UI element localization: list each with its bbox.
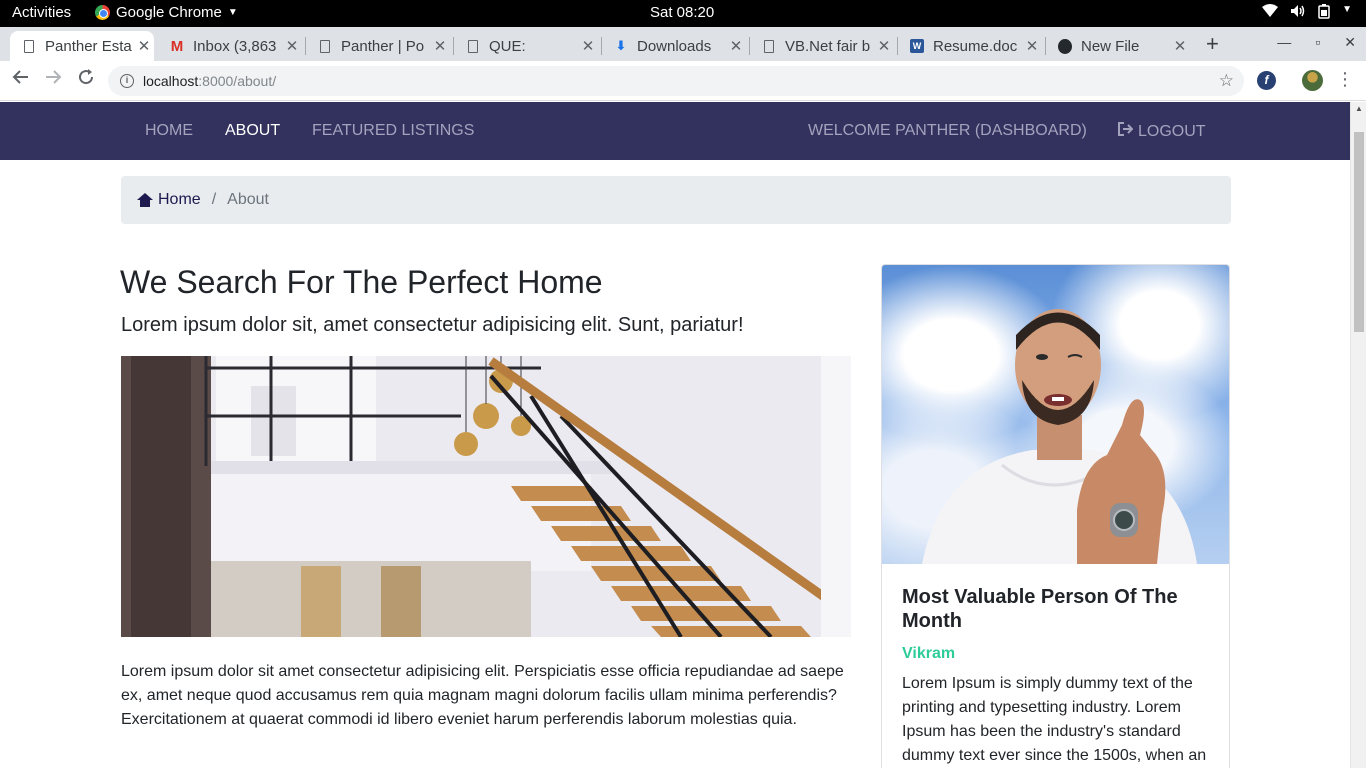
nav-featured-listings[interactable]: FEATURED LISTINGS — [312, 122, 474, 140]
reload-button[interactable] — [77, 68, 95, 92]
window-controls: — ▫ ✕ — [1277, 34, 1356, 51]
tab-title: Inbox (3,863 — [193, 37, 277, 55]
breadcrumb-separator: / — [211, 191, 217, 208]
page-icon — [318, 38, 332, 54]
tab-panther-po[interactable]: Panther | Po ✕ — [306, 31, 450, 61]
activities-button[interactable]: Activities — [12, 4, 71, 21]
tab-title: Downloads — [637, 37, 712, 55]
mvp-card: Most Valuable Person Of The Month Vikram… — [881, 264, 1230, 768]
tab-inbox[interactable]: M Inbox (3,863 ✕ — [158, 31, 302, 61]
github-icon — [1058, 38, 1072, 54]
app-menu-label: Google Chrome — [116, 4, 222, 21]
url-path: :8000/about/ — [198, 73, 277, 89]
nav-dashboard[interactable]: WELCOME PANTHER (DASHBOARD) — [808, 122, 1087, 140]
close-tab-icon[interactable]: ✕ — [726, 37, 746, 55]
tab-downloads[interactable]: ⬇ Downloads ✕ — [602, 31, 746, 61]
tab-title: Resume.doc — [933, 37, 1018, 55]
mvp-name: Vikram — [902, 645, 956, 662]
page-icon — [22, 38, 36, 54]
nav-logout[interactable]: LOGOUT — [1118, 122, 1206, 141]
home-icon — [137, 193, 153, 207]
tab-vbnet[interactable]: VB.Net fair b ✕ — [750, 31, 894, 61]
system-tray[interactable]: ▼ — [1262, 4, 1352, 22]
volume-icon — [1290, 4, 1306, 22]
tab-resume[interactable]: W Resume.doc ✕ — [898, 31, 1042, 61]
close-window-icon[interactable]: ✕ — [1344, 34, 1356, 51]
close-tab-icon[interactable]: ✕ — [430, 37, 450, 55]
bookmark-star-icon[interactable]: ☆ — [1219, 71, 1234, 91]
lead-text: Lorem ipsum dolor sit, amet consectetur … — [121, 314, 744, 336]
staircase-image — [121, 356, 851, 637]
wifi-icon — [1262, 4, 1279, 22]
info-icon[interactable]: i — [120, 74, 134, 88]
caret-down-icon: ▼ — [1342, 4, 1352, 15]
tab-title: New File — [1081, 37, 1140, 55]
close-tab-icon[interactable]: ✕ — [282, 37, 302, 55]
breadcrumb-current: About — [227, 191, 269, 208]
tab-que[interactable]: QUE: ✕ — [454, 31, 598, 61]
tab-title: VB.Net fair b — [785, 37, 871, 55]
profile-avatar[interactable] — [1302, 70, 1323, 91]
sign-out-icon — [1118, 122, 1134, 141]
page-scrollbar[interactable]: ▲ — [1350, 102, 1366, 768]
close-tab-icon[interactable]: ✕ — [578, 37, 598, 55]
back-button[interactable] — [12, 68, 30, 92]
page-icon — [762, 38, 776, 54]
app-menu[interactable]: Google Chrome ▼ — [95, 4, 238, 21]
nav-about[interactable]: ABOUT — [225, 122, 280, 140]
browser-toolbar: i localhost:8000/about/ ☆ f ⋮ — [0, 61, 1366, 101]
word-icon: W — [910, 38, 924, 54]
breadcrumb-home-label: Home — [158, 191, 201, 208]
close-tab-icon[interactable]: ✕ — [874, 37, 894, 55]
tab-new-file[interactable]: New File ✕ — [1046, 31, 1190, 61]
tab-title: Panther | Po — [341, 37, 425, 55]
system-top-bar: Activities Google Chrome ▼ Sat 08:20 ▼ — [0, 0, 1366, 27]
maximize-icon[interactable]: ▫ — [1315, 34, 1320, 51]
site-navbar: HOME ABOUT FEATURED LISTINGS WELCOME PAN… — [0, 102, 1350, 160]
address-bar[interactable]: i localhost:8000/about/ ☆ — [108, 66, 1244, 96]
scrollbar-thumb[interactable] — [1354, 132, 1364, 332]
logout-label: LOGOUT — [1138, 122, 1206, 140]
breadcrumb: Home / About — [121, 176, 1231, 224]
url-host: localhost — [143, 73, 199, 89]
page-icon — [466, 38, 480, 54]
close-tab-icon[interactable]: ✕ — [1170, 37, 1190, 55]
mvp-description: Lorem Ipsum is simply dummy text of the … — [902, 675, 1207, 764]
tab-panther-estate[interactable]: Panther Esta ✕ — [10, 31, 154, 61]
new-tab-button[interactable]: + — [1206, 31, 1219, 57]
page-viewport: HOME ABOUT FEATURED LISTINGS WELCOME PAN… — [0, 102, 1350, 768]
mvp-title: Most Valuable Person Of The Month — [902, 586, 1178, 632]
nav-home[interactable]: HOME — [145, 122, 193, 140]
close-tab-icon[interactable]: ✕ — [1022, 37, 1042, 55]
breadcrumb-home[interactable]: Home — [137, 191, 201, 209]
minimize-icon[interactable]: — — [1277, 34, 1291, 51]
mvp-photo — [882, 265, 1229, 564]
fedora-extension-icon[interactable]: f — [1257, 71, 1276, 90]
tab-strip: Panther Esta ✕ M Inbox (3,863 ✕ Panther … — [0, 27, 1366, 61]
caret-down-icon: ▼ — [227, 7, 238, 18]
scroll-up-arrow-icon[interactable]: ▲ — [1355, 104, 1363, 113]
page-title: We Search For The Perfect Home — [120, 264, 603, 300]
chrome-icon — [95, 5, 110, 20]
tab-title: Panther Esta — [45, 37, 132, 55]
chrome-menu-icon[interactable]: ⋮ — [1336, 69, 1354, 90]
battery-icon — [1318, 4, 1330, 22]
tab-title: QUE: — [489, 37, 526, 55]
gmail-icon: M — [170, 37, 184, 55]
close-tab-icon[interactable]: ✕ — [134, 37, 154, 55]
about-body-text: Lorem ipsum dolor sit amet consectetur a… — [121, 663, 844, 728]
clock[interactable]: Sat 08:20 — [650, 4, 714, 21]
forward-button[interactable] — [44, 68, 62, 92]
download-icon: ⬇ — [615, 38, 627, 53]
